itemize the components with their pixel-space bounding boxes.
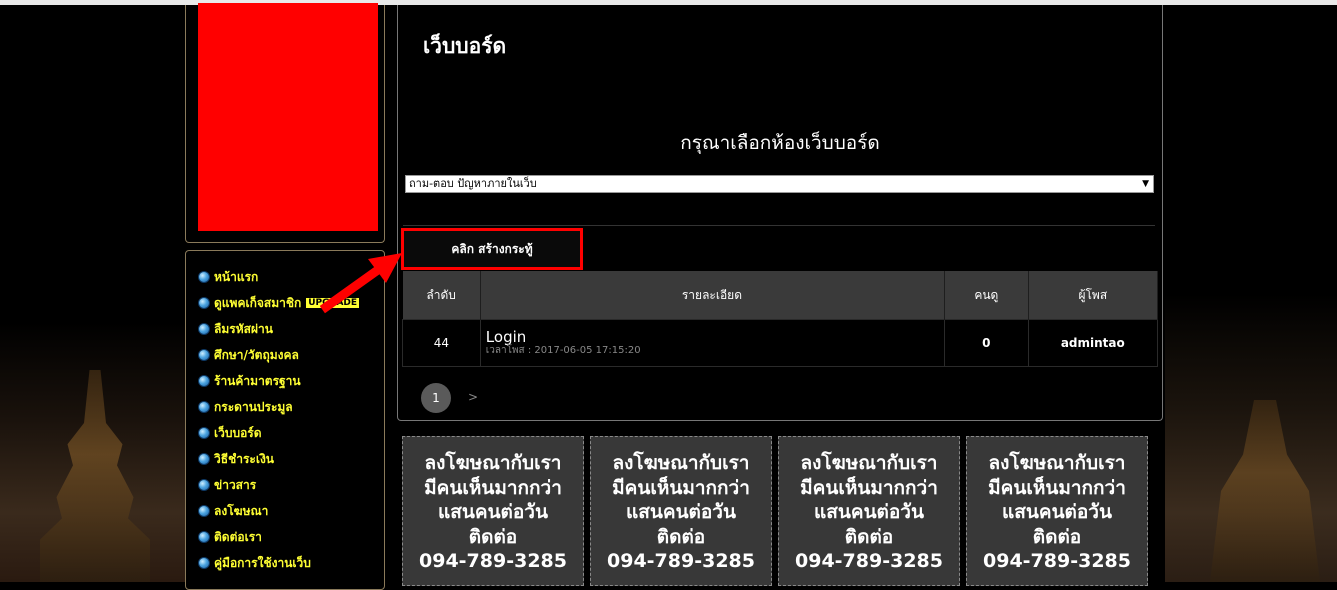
sidebar-item-study[interactable]: ศึกษา/วัตถุมงคล [198, 342, 360, 368]
sidebar-item-auction[interactable]: กระดานประมูล [198, 394, 360, 420]
bullet-icon [198, 531, 210, 543]
ad-phone: 094-789-3285 [607, 550, 755, 572]
ad-line: ลงโฆษณากับเรา [612, 452, 750, 474]
bullet-icon [198, 323, 210, 335]
sidebar-item-advertise[interactable]: ลงโฆษณา [198, 498, 360, 524]
topic-number: 44 [402, 319, 481, 367]
room-select[interactable]: ถาม-ตอบ ปัญหาภายในเว็บ ▼ [405, 175, 1154, 193]
header-no: ลำดับ [402, 271, 481, 320]
sidebar-item-payment[interactable]: วิธีชำระเงิน [198, 446, 360, 472]
ad-line: แสนคนต่อวัน [814, 501, 924, 523]
page-title: เว็บบอร์ด [423, 34, 507, 58]
topic-title-link[interactable]: Login [486, 329, 943, 345]
choose-room-title: กรุณาเลือกห้องเว็บบอร์ด [680, 132, 880, 154]
ad-line: มีคนเห็นมากกว่า [988, 476, 1126, 499]
topic-table: ลำดับ รายละเอียด คนดู ผู้โพส 44 Login เว… [402, 271, 1159, 367]
room-select-value: ถาม-ตอบ ปัญหาภายในเว็บ [409, 177, 537, 190]
ad-phone: 094-789-3285 [419, 550, 567, 572]
header-detail: รายละเอียด [480, 271, 946, 320]
ad-line: ติดต่อ [468, 525, 518, 548]
red-arrow-annotation [320, 253, 402, 314]
sidebar-item-label: เว็บบอร์ด [214, 425, 262, 440]
ad-line: มีคนเห็นมากกว่า [612, 476, 750, 499]
sidebar-item-label: ลืมรหัสผ่าน [214, 321, 273, 336]
bullet-icon [198, 479, 210, 491]
sidebar-item-label: คู่มือการใช้งานเว็บ [214, 555, 311, 570]
bullet-icon [198, 349, 210, 361]
ad-phone: 094-789-3285 [795, 550, 943, 572]
table-header-row: ลำดับ รายละเอียด คนดู ผู้โพส [402, 271, 1159, 320]
table-row[interactable]: 44 Login เวลาโพส : 2017-06-05 17:15:20 0… [402, 319, 1159, 367]
ad-line: ติดต่อ [844, 525, 894, 548]
bullet-icon [198, 271, 210, 283]
ad-banner[interactable]: ลงโฆษณากับเรา มีคนเห็นมากกว่า แสนคนต่อวั… [778, 436, 960, 586]
ad-phone: 094-789-3285 [983, 550, 1131, 572]
header-views: คนดู [944, 271, 1029, 320]
bullet-icon [198, 297, 210, 309]
create-topic-button[interactable]: คลิก สร้างกระทู้ [401, 228, 583, 270]
ad-line: ติดต่อ [656, 525, 706, 548]
ad-line: มีคนเห็นมากกว่า [800, 476, 938, 499]
pager-page-current[interactable]: 1 [421, 383, 451, 413]
ad-line: แสนคนต่อวัน [438, 501, 548, 523]
sidebar-item-label: กระดานประมูล [214, 399, 293, 414]
divider [403, 225, 1155, 226]
sidebar-item-news[interactable]: ข่าวสาร [198, 472, 360, 498]
sidebar-item-manual[interactable]: คู่มือการใช้งานเว็บ [198, 550, 360, 576]
banner-placeholder [198, 3, 378, 231]
ad-line: แสนคนต่อวัน [626, 501, 736, 523]
sidebar-item-label: ศึกษา/วัตถุมงคล [214, 347, 299, 362]
ad-banner[interactable]: ลงโฆษณากับเรา มีคนเห็นมากกว่า แสนคนต่อวั… [966, 436, 1148, 586]
sidebar-item-label: ดูแพคเก็จสมาชิก [214, 295, 302, 310]
sidebar-item-label: ติดต่อเรา [214, 529, 262, 544]
bullet-icon [198, 375, 210, 387]
topic-detail[interactable]: Login เวลาโพส : 2017-06-05 17:15:20 [479, 319, 946, 367]
header-poster: ผู้โพส [1028, 271, 1159, 320]
topic-post-time: เวลาโพส : 2017-06-05 17:15:20 [485, 345, 641, 356]
ad-banner[interactable]: ลงโฆษณากับเรา มีคนเห็นมากกว่า แสนคนต่อวั… [590, 436, 772, 586]
bullet-icon [198, 505, 210, 517]
sidebar-item-stores[interactable]: ร้านค้ามาตรฐาน [198, 368, 360, 394]
pager-next[interactable]: > [468, 390, 478, 404]
sidebar-item-label: ข่าวสาร [214, 477, 257, 492]
bullet-icon [198, 557, 210, 569]
ad-line: มีคนเห็นมากกว่า [424, 476, 562, 499]
sidebar-item-label: ลงโฆษณา [214, 503, 269, 518]
ad-banner[interactable]: ลงโฆษณากับเรา มีคนเห็นมากกว่า แสนคนต่อวั… [402, 436, 584, 586]
sidebar-item-label: หน้าแรก [214, 269, 259, 284]
sidebar-item-contact[interactable]: ติดต่อเรา [198, 524, 360, 550]
sidebar-item-forgot-password[interactable]: ลืมรหัสผ่าน [198, 316, 360, 342]
ad-line: ติดต่อ [1032, 525, 1082, 548]
topic-poster: admintao [1027, 319, 1159, 367]
sidebar-item-webboard[interactable]: เว็บบอร์ด [198, 420, 360, 446]
bullet-icon [198, 453, 210, 465]
ad-line: ลงโฆษณากับเรา [800, 452, 938, 474]
dropdown-arrow-icon: ▼ [1142, 179, 1149, 189]
ad-line: ลงโฆษณากับเรา [424, 452, 562, 474]
ad-line: แสนคนต่อวัน [1002, 501, 1112, 523]
topic-views: 0 [944, 319, 1029, 367]
ad-line: ลงโฆษณากับเรา [988, 452, 1126, 474]
bullet-icon [198, 401, 210, 413]
sidebar-item-label: วิธีชำระเงิน [214, 451, 274, 466]
bullet-icon [198, 427, 210, 439]
sidebar-item-label: ร้านค้ามาตรฐาน [214, 373, 301, 388]
